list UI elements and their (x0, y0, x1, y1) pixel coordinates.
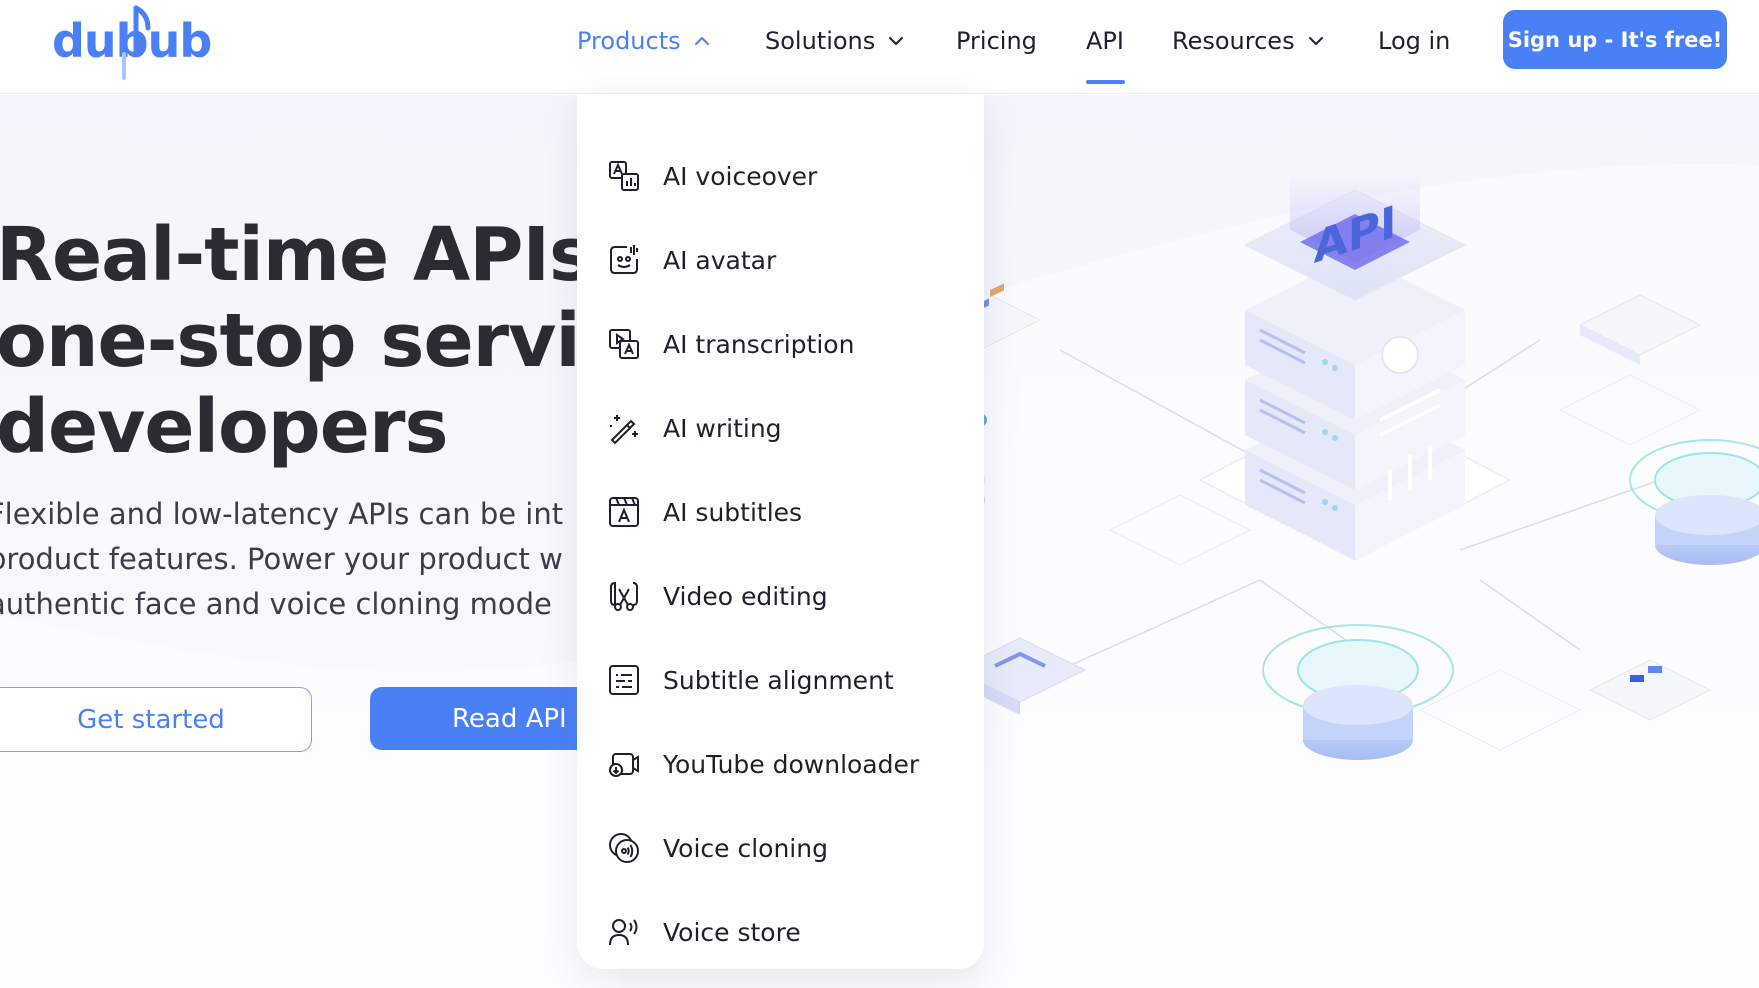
dropdown-item-ai-avatar[interactable]: AI avatar (607, 238, 967, 282)
voice-store-icon (607, 915, 641, 949)
dropdown-item-subtitle-alignment[interactable]: Subtitle alignment (607, 658, 967, 702)
translate-icon (607, 159, 641, 193)
dropdown-item-label: AI writing (663, 413, 782, 443)
dropdown-item-label: Video editing (663, 581, 828, 611)
dropdown-item-ai-transcription[interactable]: AI transcription (607, 322, 967, 366)
nav-api-underline (1086, 80, 1125, 84)
nav-pricing[interactable]: Pricing (956, 24, 1037, 58)
dropdown-item-video-editing[interactable]: Video editing (607, 574, 967, 618)
nav-products-label: Products (577, 27, 681, 55)
read-api-button[interactable]: Read API (370, 687, 600, 750)
hero-desc-line-1: Flexible and low-latency APIs can be int (0, 497, 564, 531)
voice-cloning-icon (607, 831, 641, 865)
nav-pricing-label: Pricing (956, 27, 1037, 55)
products-dropdown-menu: AI voiceover AI avatar AI transcription (577, 94, 984, 969)
nav-solutions[interactable]: Solutions (765, 24, 905, 58)
video-download-icon (607, 747, 641, 781)
nav-api-label: API (1086, 27, 1124, 55)
dropdown-item-youtube-downloader[interactable]: YouTube downloader (607, 742, 967, 786)
get-started-button[interactable]: Get started (0, 687, 312, 752)
api-server-illustration: API (960, 170, 1759, 760)
dropdown-item-label: Subtitle alignment (663, 665, 894, 695)
hero-desc-line-2: product features. Power your product w (0, 542, 563, 576)
dropdown-item-ai-subtitles[interactable]: AI subtitles (607, 490, 967, 534)
dropdown-item-label: YouTube downloader (663, 749, 920, 779)
dubub-logo[interactable]: dubub (52, 2, 212, 80)
transcription-icon (607, 327, 641, 361)
signup-button[interactable]: Sign up - It's free! (1503, 10, 1727, 69)
hero-description: Flexible and low-latency APIs can be int… (0, 492, 608, 627)
music-note-icon (122, 5, 151, 80)
nav-resources-label: Resources (1172, 27, 1295, 55)
dropdown-item-voice-cloning[interactable]: Voice cloning (607, 826, 967, 870)
dropdown-item-label: AI avatar (663, 245, 777, 275)
nav-resources[interactable]: Resources (1172, 24, 1325, 58)
magic-wand-icon (607, 411, 641, 445)
chevron-up-icon (694, 37, 709, 45)
nav-api[interactable]: API (1086, 24, 1124, 58)
dropdown-item-label: AI transcription (663, 329, 855, 359)
dropdown-item-ai-voiceover[interactable]: AI voiceover (607, 154, 967, 198)
scissors-icon (607, 579, 641, 613)
dropdown-item-label: AI subtitles (663, 497, 803, 527)
dropdown-item-label: Voice store (663, 917, 801, 947)
subtitles-icon (607, 495, 641, 529)
nav-login[interactable]: Log in (1378, 24, 1450, 58)
chevron-down-icon (1308, 37, 1323, 45)
alignment-icon (607, 663, 641, 697)
chevron-down-icon (889, 37, 904, 45)
nav-products[interactable]: Products (577, 24, 711, 58)
dropdown-item-ai-writing[interactable]: AI writing (607, 406, 967, 450)
nav-solutions-label: Solutions (765, 27, 876, 55)
avatar-icon (607, 243, 641, 277)
site-header: dubub Products Solutions Pricing API Res… (0, 0, 1759, 94)
dropdown-item-label: Voice cloning (663, 833, 828, 863)
nav-login-label: Log in (1378, 27, 1451, 55)
hero-desc-line-3: authentic face and voice cloning mode (0, 587, 552, 621)
dropdown-item-voice-store[interactable]: Voice store (607, 910, 967, 954)
dropdown-item-label: AI voiceover (663, 161, 818, 191)
